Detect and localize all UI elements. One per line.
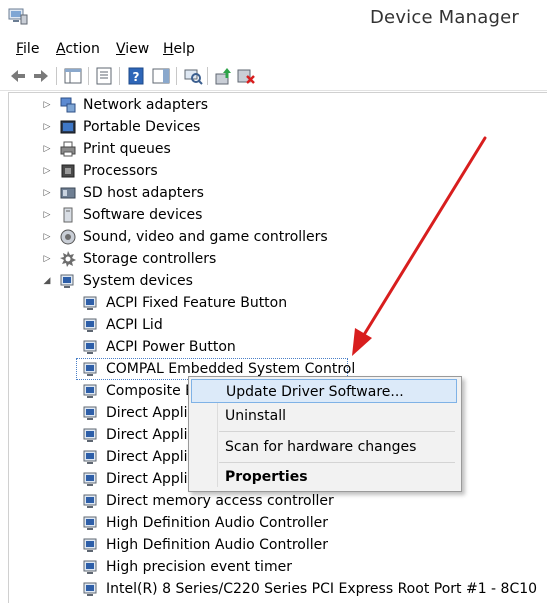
arrow-head-icon	[352, 328, 372, 356]
annotation-arrow	[352, 136, 487, 356]
arrow-shaft	[360, 136, 487, 340]
